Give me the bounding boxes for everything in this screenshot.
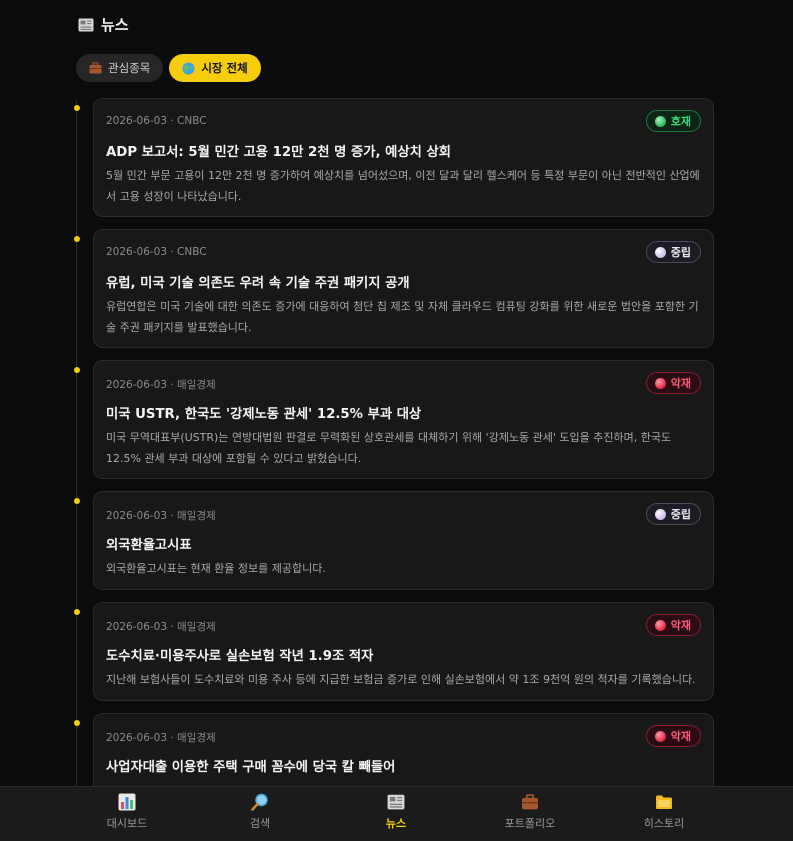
newspaper-icon (77, 17, 95, 33)
dashboard-chart-icon (77, 791, 177, 813)
news-headline: 미국 USTR, 한국도 '강제노동 관세' 12.5% 부과 대상 (106, 407, 422, 422)
sentiment-dot-icon (654, 730, 666, 742)
sentiment-badge: 악재 (645, 372, 701, 394)
news-meta: 2026-06-03 · 매일경제 (106, 379, 216, 391)
timeline-dot (74, 498, 80, 504)
filter-tabs: 관심종목 시장 전체 (76, 54, 261, 82)
briefcase-icon (88, 61, 102, 75)
page-title: 뉴스 (101, 16, 129, 34)
sentiment-badge: 악재 (645, 725, 701, 747)
sentiment-label: 중립 (670, 246, 691, 259)
news-meta: 2026-06-03 · CNBC (106, 246, 207, 258)
news-headline: ADP 보고서: 5월 민간 고용 12만 2천 명 증가, 예상치 상회 (106, 145, 451, 160)
nav-news[interactable]: 뉴스 (346, 791, 446, 831)
nav-search-label: 검색 (249, 817, 271, 830)
sentiment-dot-icon (654, 619, 666, 631)
nav-dashboard[interactable]: 대시보드 (77, 791, 177, 831)
sentiment-dot-icon (654, 115, 666, 127)
tab-watchlist-label: 관심종목 (108, 61, 151, 75)
page-header: 뉴스 (77, 14, 129, 35)
news-headline: 도수치료·미용주사로 실손보험 작년 1.9조 적자 (106, 649, 374, 664)
news-meta: 2026-06-03 · CNBC (106, 115, 207, 127)
briefcase-icon (480, 791, 580, 813)
nav-history[interactable]: 히스토리 (614, 791, 714, 831)
sentiment-badge: 중립 (645, 503, 701, 525)
sentiment-badge: 호재 (645, 110, 701, 132)
sentiment-label: 호재 (670, 115, 691, 128)
timeline-dot (74, 105, 80, 111)
folder-icon (614, 791, 714, 813)
nav-history-label: 히스토리 (643, 817, 685, 830)
sentiment-dot-icon (654, 508, 666, 520)
tab-watchlist[interactable]: 관심종목 (76, 54, 164, 82)
sentiment-badge: 중립 (645, 241, 701, 263)
sentiment-badge: 악재 (645, 614, 701, 636)
sentiment-label: 악재 (670, 730, 691, 743)
timeline-dot (74, 367, 80, 373)
news-card[interactable]: 2026-06-03 · CNBC 중립 유럽, 미국 기술 의존도 우려 속 … (93, 229, 714, 348)
news-card[interactable]: 2026-06-03 · 매일경제 악재 미국 USTR, 한국도 '강제노동 … (93, 360, 714, 479)
news-summary: 유럽연합은 미국 기술에 대한 의존도 증가에 대응하여 첨단 칩 제조 및 자… (106, 300, 699, 334)
news-headline: 유럽, 미국 기술 의존도 우려 속 기술 주권 패키지 공개 (106, 276, 410, 291)
news-card[interactable]: 2026-06-03 · 매일경제 중립 외국환율고시표 외국환율고시표는 현재… (93, 491, 714, 590)
nav-news-label: 뉴스 (385, 817, 407, 830)
news-meta: 2026-06-03 · 매일경제 (106, 621, 216, 633)
globe-icon (181, 61, 195, 75)
news-headline: 외국환율고시표 (106, 538, 192, 553)
sentiment-dot-icon (654, 377, 666, 389)
nav-portfolio[interactable]: 포트폴리오 (480, 791, 580, 831)
search-icon (210, 791, 310, 813)
nav-search[interactable]: 검색 (210, 791, 310, 831)
sentiment-dot-icon (654, 246, 666, 258)
sentiment-label: 중립 (670, 508, 691, 521)
timeline-dot (74, 720, 80, 726)
news-headline: 사업자대출 이용한 주택 구매 꼼수에 당국 칼 빼들어 (106, 760, 396, 775)
nav-portfolio-label: 포트폴리오 (504, 817, 556, 830)
timeline-line (76, 100, 77, 800)
news-summary: 5월 민간 부문 고용이 12만 2천 명 증가하여 예상치를 넘어섰으며, 이… (106, 169, 700, 203)
news-summary: 미국 무역대표부(USTR)는 연방대법원 판결로 무력화된 상호관세를 대체하… (106, 431, 672, 465)
tab-market-all[interactable]: 시장 전체 (169, 54, 261, 82)
newspaper-icon (346, 791, 446, 813)
sentiment-label: 악재 (670, 377, 691, 390)
news-summary: 외국환율고시표는 현재 환율 정보를 제공합니다. (106, 562, 326, 575)
nav-dashboard-label: 대시보드 (106, 817, 148, 830)
bottom-navigation: 대시보드 검색 뉴스 포트폴리오 히스토리 (0, 786, 793, 841)
news-card[interactable]: 2026-06-03 · 매일경제 악재 도수치료·미용주사로 실손보험 작년 … (93, 602, 714, 701)
tab-market-all-label: 시장 전체 (201, 61, 248, 75)
news-summary: 지난해 보험사들이 도수치료와 미용 주사 등에 지급한 보험금 증가로 인해 … (106, 673, 696, 686)
news-card[interactable]: 2026-06-03 · CNBC 호재 ADP 보고서: 5월 민간 고용 1… (93, 98, 714, 217)
news-meta: 2026-06-03 · 매일경제 (106, 732, 216, 744)
news-meta: 2026-06-03 · 매일경제 (106, 510, 216, 522)
timeline-dot (74, 236, 80, 242)
sentiment-label: 악재 (670, 619, 691, 632)
timeline-dot (74, 609, 80, 615)
